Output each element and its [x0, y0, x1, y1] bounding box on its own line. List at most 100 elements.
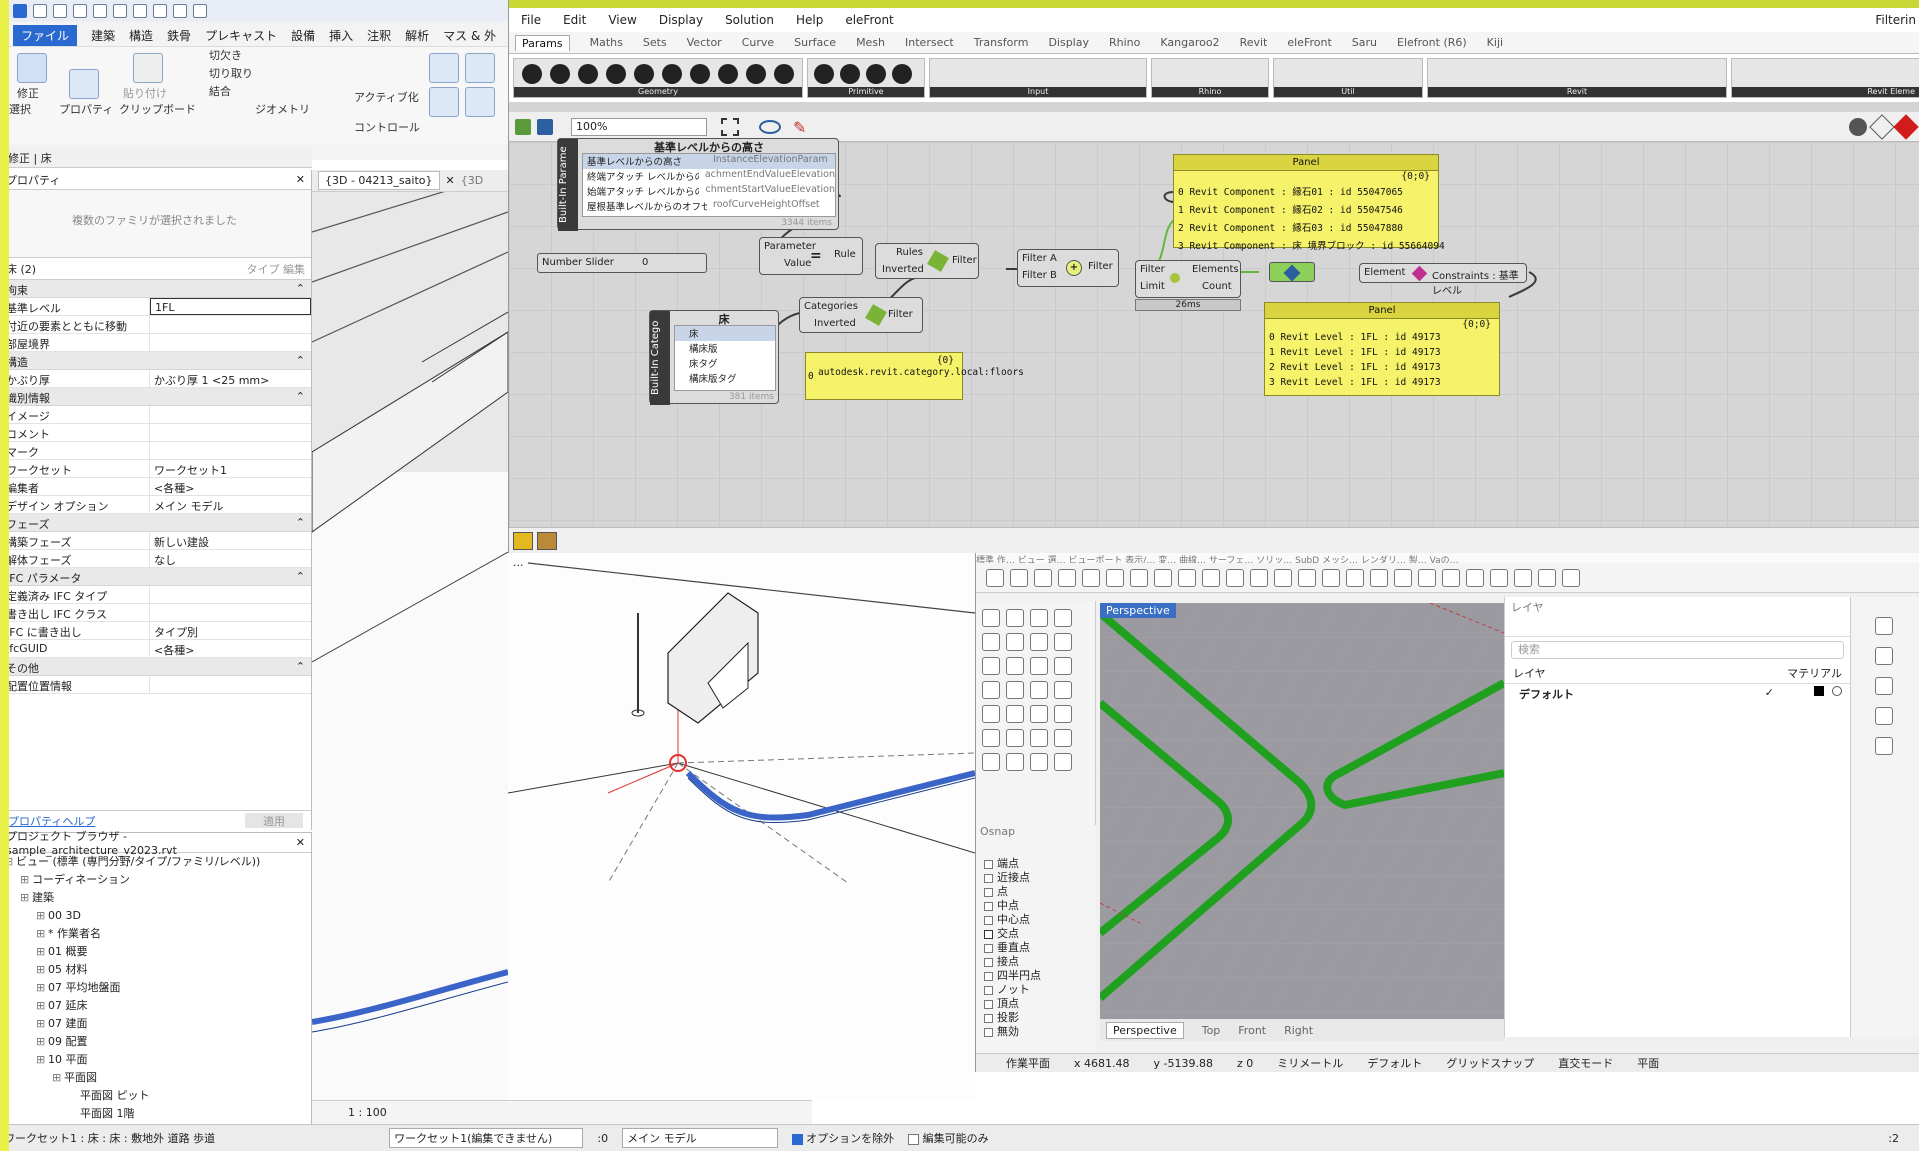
osnap-checkbox[interactable] [984, 1027, 993, 1037]
type-selector[interactable]: 床 (2) [6, 261, 36, 277]
category-list-item[interactable]: 床タグ [675, 356, 775, 371]
rhino-status-item[interactable]: z 0 [1237, 1057, 1253, 1070]
number-slider[interactable]: Number Slider 0 [537, 253, 707, 273]
menu-structure[interactable]: 構造 [129, 27, 153, 44]
gh-menu-edit[interactable]: Edit [563, 13, 586, 27]
property-row[interactable]: 編集者 <各種> [0, 478, 311, 496]
color-icon[interactable] [1442, 569, 1460, 587]
render-icon[interactable] [1466, 569, 1484, 587]
category-list-item[interactable]: 床 [675, 326, 775, 341]
osnap-checkbox[interactable] [984, 999, 993, 1009]
gh-tab[interactable]: Maths [590, 36, 623, 49]
zoom-in-icon[interactable] [1226, 569, 1244, 587]
gh-menu-help[interactable]: Help [796, 13, 823, 27]
browser-tree-item[interactable]: ⊞ 07 延床 [0, 997, 311, 1015]
browser-tree-item[interactable]: 平面図 ピット [0, 1087, 311, 1105]
measure-icon[interactable] [153, 4, 167, 18]
osnap-checkbox[interactable] [984, 901, 993, 911]
rhino-tool-icon[interactable] [1006, 729, 1024, 747]
browser-tree-item[interactable]: 平面図 1階 [0, 1105, 311, 1123]
rhino-tool-icon[interactable] [1054, 633, 1072, 651]
text-param-icon[interactable] [892, 64, 912, 84]
browser-tree-item[interactable]: ⊞ 00 3D [0, 907, 311, 925]
rhino-tool-icon[interactable] [1054, 609, 1072, 627]
preview-mode-icon[interactable] [1849, 118, 1867, 136]
expand-icon[interactable]: ⊞ [36, 979, 48, 997]
property-row[interactable]: マーク [0, 442, 311, 460]
rhino-tool-icon[interactable] [1054, 705, 1072, 723]
osnap-checkbox[interactable] [984, 887, 993, 897]
property-value[interactable] [150, 424, 311, 441]
shaded-preview-icon[interactable] [1893, 114, 1919, 140]
surface-param-icon[interactable] [634, 64, 654, 84]
group-input[interactable]: Input [929, 58, 1147, 98]
category-output-panel[interactable]: {0} 0 autodesk.revit.category.local:floo… [805, 352, 1024, 400]
osnap-option[interactable]: 接点 [976, 955, 1096, 969]
group-param-icon[interactable] [746, 64, 766, 84]
collapse-icon[interactable]: ⌃ [296, 390, 305, 403]
gh-menu-solution[interactable]: Solution [725, 13, 774, 27]
expand-icon[interactable]: ⊞ [36, 1015, 48, 1033]
properties-help-link[interactable]: プロパティヘルプ [8, 813, 95, 828]
gh-tab[interactable]: Rhino [1109, 36, 1140, 49]
rhino-perspective-viewport[interactable]: Perspective [1100, 603, 1504, 1019]
rhino-status-item[interactable]: デフォルト [1367, 1055, 1422, 1071]
rhino-tool-icon[interactable] [982, 681, 1000, 699]
rhino-tool-icon[interactable] [1054, 681, 1072, 699]
save-icon[interactable] [1034, 569, 1052, 587]
rhino-tool-icon[interactable] [1006, 609, 1024, 627]
current-layer-check-icon[interactable]: ✓ [1765, 686, 1774, 702]
viewport-tab[interactable]: Right [1284, 1024, 1313, 1037]
gh-menu-right[interactable]: Filterin [1875, 13, 1916, 27]
geometry-param-icon[interactable] [522, 64, 542, 84]
menu-massing[interactable]: マス & 外 [443, 27, 496, 44]
zoom-extents-icon[interactable] [721, 118, 739, 136]
settings-icon[interactable] [1538, 569, 1556, 587]
collapse-icon[interactable]: ⌃ [296, 282, 305, 295]
menu-architecture[interactable]: 建築 [91, 27, 115, 44]
osnap-option[interactable]: 無効 [976, 1025, 1096, 1039]
built-in-category-list[interactable]: Built-In Catego 床 床構床版 床タグ 構床版タグ 381 items [649, 310, 779, 405]
property-value[interactable]: ワークセット1 [150, 460, 311, 477]
osnap-checkbox[interactable] [984, 971, 993, 981]
layer-column-header[interactable]: レイヤ [1513, 665, 1546, 681]
osnap-checkbox[interactable] [984, 985, 993, 995]
zoom-window-icon[interactable] [1250, 569, 1268, 587]
property-value[interactable] [150, 406, 311, 423]
mesh-param-icon[interactable] [690, 64, 710, 84]
rhino-tool-icon[interactable] [1030, 729, 1048, 747]
rules-filter-component[interactable]: Rules Inverted Filter [875, 243, 979, 279]
collapse-icon[interactable]: ⌃ [296, 570, 305, 583]
panel-tab-icon[interactable] [1875, 617, 1893, 635]
osnap-checkbox[interactable] [984, 859, 993, 869]
print-icon[interactable] [1058, 569, 1076, 587]
editable-only-check[interactable] [908, 1133, 920, 1145]
property-value[interactable]: 新しい建設 [150, 532, 311, 549]
rhino-status-item[interactable]: ミリメートル [1277, 1055, 1343, 1071]
osnap-option[interactable]: 交点 [976, 927, 1096, 941]
rhino-tool-icon[interactable] [1006, 633, 1024, 651]
rhino-tool-icon[interactable] [982, 657, 1000, 675]
element-parameter-component[interactable]: Element Constraints : 基準レベル [1359, 263, 1527, 297]
close-icon[interactable]: ✕ [296, 836, 305, 849]
property-group-header[interactable]: 識別情報 ⌃ [0, 388, 311, 406]
expand-icon[interactable]: ⊞ [36, 1033, 48, 1051]
display-icon[interactable] [1346, 569, 1364, 587]
gh-tab[interactable]: Saru [1352, 36, 1377, 49]
align-tool-icon[interactable] [429, 53, 459, 83]
expand-icon[interactable]: ⊞ [36, 997, 48, 1015]
gh-tab[interactable]: Kiji [1487, 36, 1503, 49]
parameter-rule-component[interactable]: Parameter Value = Rule [759, 237, 863, 275]
osnap-checkbox[interactable] [984, 1013, 993, 1023]
activate-label[interactable]: アクティブ化 [354, 89, 419, 105]
menu-steel[interactable]: 鉄骨 [167, 27, 191, 44]
param-list-item[interactable]: 終端アタッチ レベルからの高さ achmentEndValueElevation [583, 169, 835, 184]
rhino-tool-icon[interactable] [982, 729, 1000, 747]
param-list-item[interactable]: 基準レベルからの高さ InstanceElevationParam [583, 154, 835, 169]
revit-3d-viewport-lower[interactable] [507, 553, 976, 1100]
property-row[interactable]: 付近の要素とともに移動 [0, 316, 311, 334]
property-value[interactable] [150, 586, 311, 603]
material-circle-icon[interactable] [1832, 686, 1842, 696]
expand-icon[interactable]: ⊞ [36, 907, 48, 925]
curve-param-icon[interactable] [606, 64, 626, 84]
